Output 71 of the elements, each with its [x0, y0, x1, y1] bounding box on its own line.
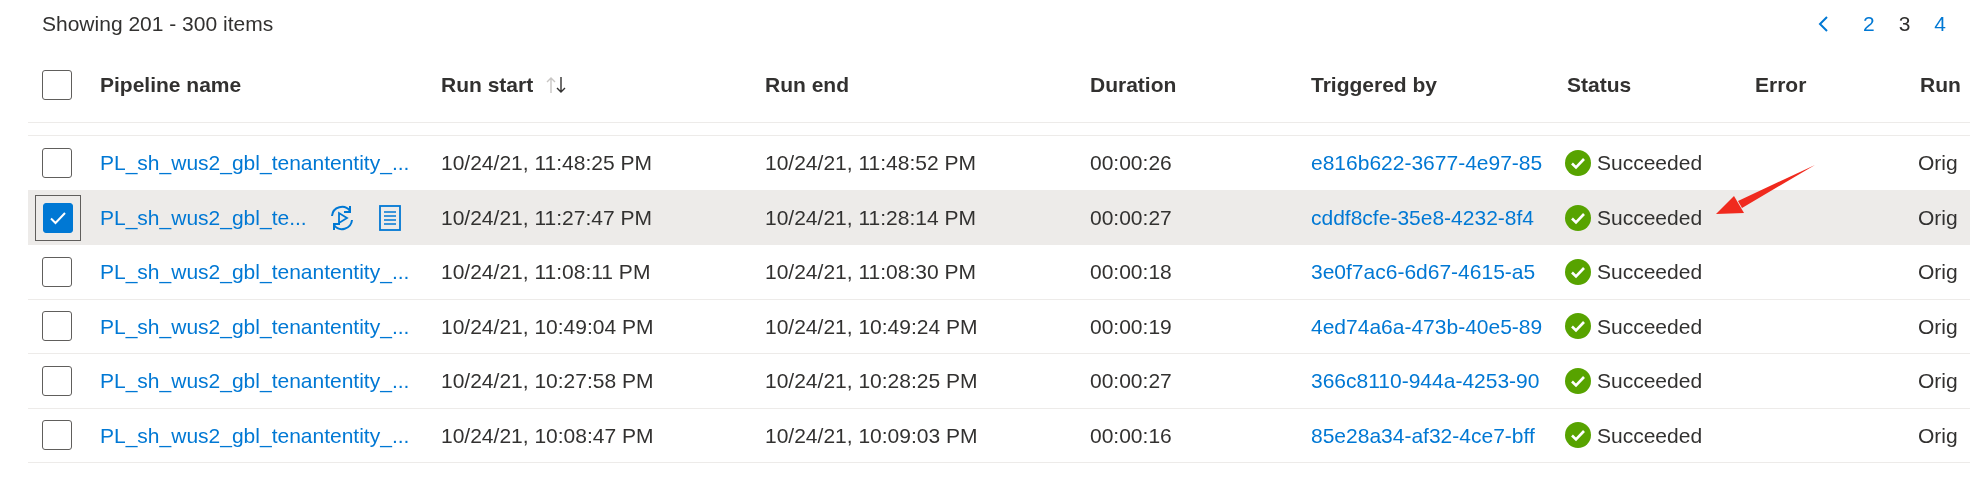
duration-cell: 00:00:16	[1090, 423, 1172, 447]
run-end-cell: 10/24/21, 11:48:52 PM	[765, 151, 976, 174]
run-end-cell: 10/24/21, 10:09:03 PM	[765, 423, 978, 447]
triggered-by-link[interactable]: 85e28a34-af32-4ce7-bff	[1311, 423, 1535, 447]
pipeline-name-link[interactable]: PL_sh_wus2_gbl_tenantentity_...	[100, 147, 410, 179]
checkbox[interactable]	[42, 256, 72, 287]
run-end-cell: 10/24/21, 11:08:30 PM	[765, 260, 976, 283]
status-text: Succeeded	[1597, 259, 1703, 285]
run-end-cell: 10/24/21, 10:28:25 PM	[765, 369, 978, 392]
run-end-cell: 10/24/21, 10:49:24 PM	[765, 314, 978, 338]
checkbox[interactable]	[42, 365, 72, 396]
run-end-cell: 10/24/21, 11:28:14 PM	[765, 206, 976, 229]
run-start-cell: 10/24/21, 10:49:04 PM	[441, 314, 654, 338]
column-header[interactable]: Status	[1567, 69, 1632, 101]
success-check-icon	[1565, 367, 1591, 394]
status-text: Succeeded	[1597, 313, 1703, 340]
triggered-by-link[interactable]: e816b622-3677-4e97-85	[1311, 151, 1543, 174]
success-check-icon	[1565, 204, 1591, 231]
item-count: Showing 201 - 300 items	[42, 11, 274, 38]
column-header[interactable]: Duration	[1090, 69, 1177, 101]
run-start-cell: 10/24/21, 10:27:58 PM	[441, 369, 654, 392]
pipeline-name-link[interactable]: PL_sh_wus2_gbl_tenantentity_...	[100, 310, 410, 342]
duration-cell: 00:00:18	[1090, 260, 1172, 283]
success-check-icon	[1565, 313, 1591, 340]
success-check-icon	[1565, 149, 1591, 176]
sort-icon[interactable]	[545, 75, 568, 95]
status-text: Succeeded	[1597, 150, 1703, 176]
run-start-cell: 10/24/21, 11:08:11 PM	[441, 260, 651, 283]
document-icon[interactable]	[378, 204, 401, 231]
pipeline-name-link[interactable]: PL_sh_wus2_gbl_te...	[100, 202, 307, 234]
previous-page-icon[interactable]	[1816, 15, 1831, 33]
status-text: Succeeded	[1597, 368, 1703, 394]
checkbox[interactable]	[43, 202, 73, 233]
checkbox[interactable]	[42, 70, 72, 100]
status-text: Succeeded	[1597, 205, 1703, 231]
column-header[interactable]: Run start	[441, 69, 534, 101]
run-cell: Orig	[1918, 151, 1958, 174]
page-link[interactable]: 4	[1934, 8, 1946, 40]
checkbox[interactable]	[42, 147, 72, 178]
column-header[interactable]: Run	[1920, 69, 1961, 101]
status-text: Succeeded	[1597, 422, 1703, 449]
pipeline-name-link[interactable]: PL_sh_wus2_gbl_tenantentity_...	[100, 365, 410, 397]
triggered-by-link[interactable]: 4ed74a6a-473b-40e5-89	[1311, 314, 1543, 338]
run-start-cell: 10/24/21, 11:27:47 PM	[441, 206, 652, 229]
page-link[interactable]: 2	[1862, 8, 1875, 40]
run-cell: Orig	[1918, 423, 1958, 447]
run-cell: Orig	[1918, 260, 1958, 283]
run-cell: Orig	[1918, 314, 1958, 338]
triggered-by-link[interactable]: 3e0f7ac6-6d67-4615-a5	[1311, 260, 1536, 283]
triggered-by-link[interactable]: cddf8cfe-35e8-4232-8f4	[1311, 206, 1534, 229]
run-start-cell: 10/24/21, 11:48:25 PM	[441, 151, 652, 174]
column-header[interactable]: Run end	[765, 69, 849, 101]
column-header[interactable]: Triggered by	[1311, 69, 1438, 101]
duration-cell: 00:00:19	[1090, 314, 1172, 338]
run-start-cell: 10/24/21, 10:08:47 PM	[441, 423, 654, 447]
pipeline-name-link[interactable]: PL_sh_wus2_gbl_tenantentity_...	[100, 419, 410, 451]
column-header[interactable]: Error	[1755, 69, 1807, 101]
success-check-icon	[1565, 258, 1591, 285]
page-link[interactable]: 3	[1898, 8, 1911, 40]
duration-cell: 00:00:27	[1090, 369, 1172, 392]
pipeline-name-link[interactable]: PL_sh_wus2_gbl_tenantentity_...	[100, 256, 410, 288]
column-header[interactable]: Pipeline name	[100, 69, 242, 101]
success-check-icon	[1565, 422, 1591, 449]
triggered-by-link[interactable]: 366c8110-944a-4253-90	[1311, 369, 1540, 392]
table-row[interactable]: PL_sh_wus2_gbl_te... 10/24/21, 11:27:47 PM 10/24/21, 11:28:14 PM 00:00:27 cddf8cfe-35e8-4232-8f4 Succeeded Orig	[28, 190, 1970, 245]
checkbox[interactable]	[42, 311, 72, 342]
duration-cell: 00:00:27	[1090, 206, 1172, 229]
duration-cell: 00:00:26	[1090, 151, 1172, 174]
checkbox[interactable]	[42, 420, 72, 451]
run-cell: Orig	[1918, 369, 1958, 392]
run-cell: Orig	[1918, 206, 1958, 229]
